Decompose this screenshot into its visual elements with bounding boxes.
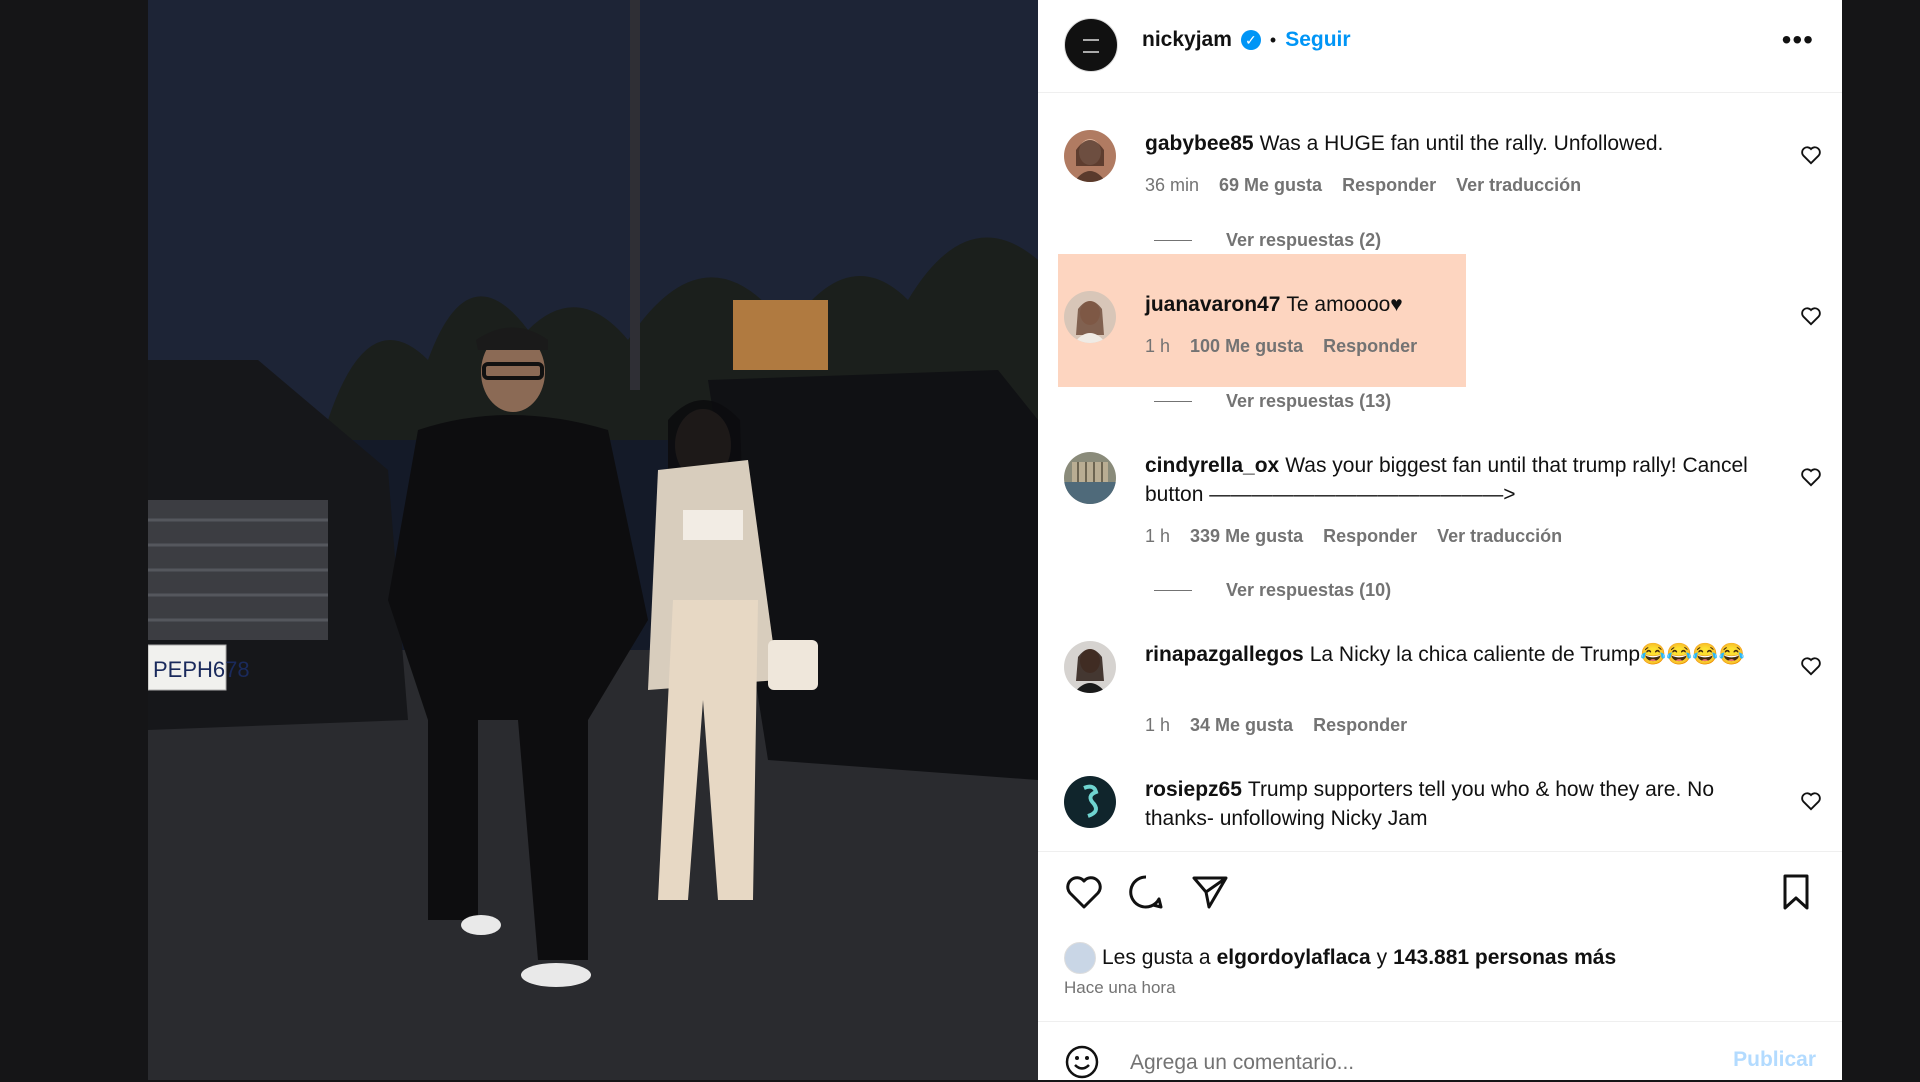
reply-button[interactable]: Responder <box>1342 175 1436 196</box>
comment-text: La Nicky la chica caliente de Trump😂😂😂😂 <box>1309 643 1745 666</box>
liker-avatar[interactable] <box>1064 942 1096 974</box>
comment-icon[interactable] <box>1126 872 1166 912</box>
commenter-username[interactable]: juanavaron47 <box>1145 293 1280 316</box>
commenter-avatar[interactable] <box>1064 452 1116 504</box>
likes-count[interactable]: 143.881 personas más <box>1393 946 1616 970</box>
view-replies-label: Ver respuestas (10) <box>1226 580 1392 600</box>
commenter-avatar[interactable] <box>1064 641 1116 693</box>
comment-like-icon[interactable] <box>1800 656 1822 676</box>
commenter-avatar[interactable] <box>1064 776 1116 828</box>
comment-time[interactable]: 1 h <box>1145 715 1170 736</box>
post-actions: Les gusta a elgordoylaflaca y 143.881 pe… <box>1038 851 1842 1022</box>
add-comment-bar: Publicar <box>1038 1021 1842 1082</box>
translate-button[interactable]: Ver traducción <box>1456 175 1581 196</box>
follow-button[interactable]: Seguir <box>1285 28 1350 52</box>
commenter-username[interactable]: rosiepz65 <box>1145 778 1242 801</box>
liker-username[interactable]: elgordoylaflaca <box>1217 946 1371 970</box>
comment-time[interactable]: 1 h <box>1145 526 1170 547</box>
reply-button[interactable]: Responder <box>1323 336 1417 357</box>
author-avatar[interactable] <box>1064 18 1118 72</box>
post-header: nickyjam ✓ • Seguir ••• <box>1038 0 1842 93</box>
commenter-username[interactable]: gabybee85 <box>1145 132 1254 155</box>
view-replies-label: Ver respuestas (2) <box>1226 230 1382 250</box>
post-panel: nickyjam ✓ • Seguir ••• gabybee85 Was a H… <box>1038 0 1842 1082</box>
view-replies-button[interactable]: Ver respuestas (2) <box>1154 230 1381 251</box>
comment-likes[interactable]: 34 Me gusta <box>1190 715 1293 736</box>
emoji-icon[interactable] <box>1064 1044 1100 1080</box>
translate-button[interactable]: Ver traducción <box>1437 526 1562 547</box>
comment-input[interactable] <box>1128 1044 1712 1082</box>
verified-icon: ✓ <box>1240 30 1261 50</box>
comment-time[interactable]: 1 h <box>1145 336 1170 357</box>
likes-prefix: Les gusta a <box>1102 946 1211 969</box>
comment-text: Was a HUGE fan until the rally. Unfollow… <box>1259 132 1664 155</box>
publish-button[interactable]: Publicar <box>1733 1048 1816 1072</box>
replies-line <box>1154 590 1192 591</box>
post-photo[interactable]: PEPH678 <box>148 0 1038 1080</box>
comment-like-icon[interactable] <box>1800 306 1822 326</box>
comment-time[interactable]: 36 min <box>1145 175 1199 196</box>
likes-summary[interactable]: Les gusta a elgordoylaflaca y 143.881 pe… <box>1064 942 1616 974</box>
comment-likes[interactable]: 339 Me gusta <box>1190 526 1303 547</box>
commenter-username[interactable]: rinapazgallegos <box>1145 643 1304 666</box>
comment-text: Te amoooo♥ <box>1286 293 1403 316</box>
author-username[interactable]: nickyjam <box>1142 28 1232 52</box>
reply-button[interactable]: Responder <box>1313 715 1407 736</box>
share-icon[interactable] <box>1190 872 1230 912</box>
comment-highlight <box>1058 254 1466 387</box>
comment-like-icon[interactable] <box>1800 145 1822 165</box>
comment-likes[interactable]: 69 Me gusta <box>1219 175 1322 196</box>
like-heart-icon[interactable] <box>1064 872 1104 912</box>
replies-line <box>1154 240 1192 241</box>
save-bookmark-icon[interactable] <box>1776 872 1816 912</box>
more-options-icon[interactable]: ••• <box>1782 26 1814 54</box>
view-replies-button[interactable]: Ver respuestas (13) <box>1154 391 1391 412</box>
commenter-avatar[interactable] <box>1064 291 1116 343</box>
comment-like-icon[interactable] <box>1800 791 1822 811</box>
separator-dot: • <box>1269 29 1277 50</box>
commenter-username[interactable]: cindyrella_ox <box>1145 454 1279 477</box>
likes-conjunction: y <box>1376 946 1388 969</box>
replies-line <box>1154 401 1192 402</box>
post-time: Hace una hora <box>1064 978 1176 997</box>
license-plate: PEPH678 <box>153 657 250 682</box>
reply-button[interactable]: Responder <box>1323 526 1417 547</box>
comments-list[interactable]: gabybee85 Was a HUGE fan until the rally.… <box>1038 93 1842 850</box>
comment-likes[interactable]: 100 Me gusta <box>1190 336 1303 357</box>
comment-like-icon[interactable] <box>1800 467 1822 487</box>
view-replies-label: Ver respuestas (13) <box>1226 391 1392 411</box>
commenter-avatar[interactable] <box>1064 130 1116 182</box>
view-replies-button[interactable]: Ver respuestas (10) <box>1154 580 1391 601</box>
